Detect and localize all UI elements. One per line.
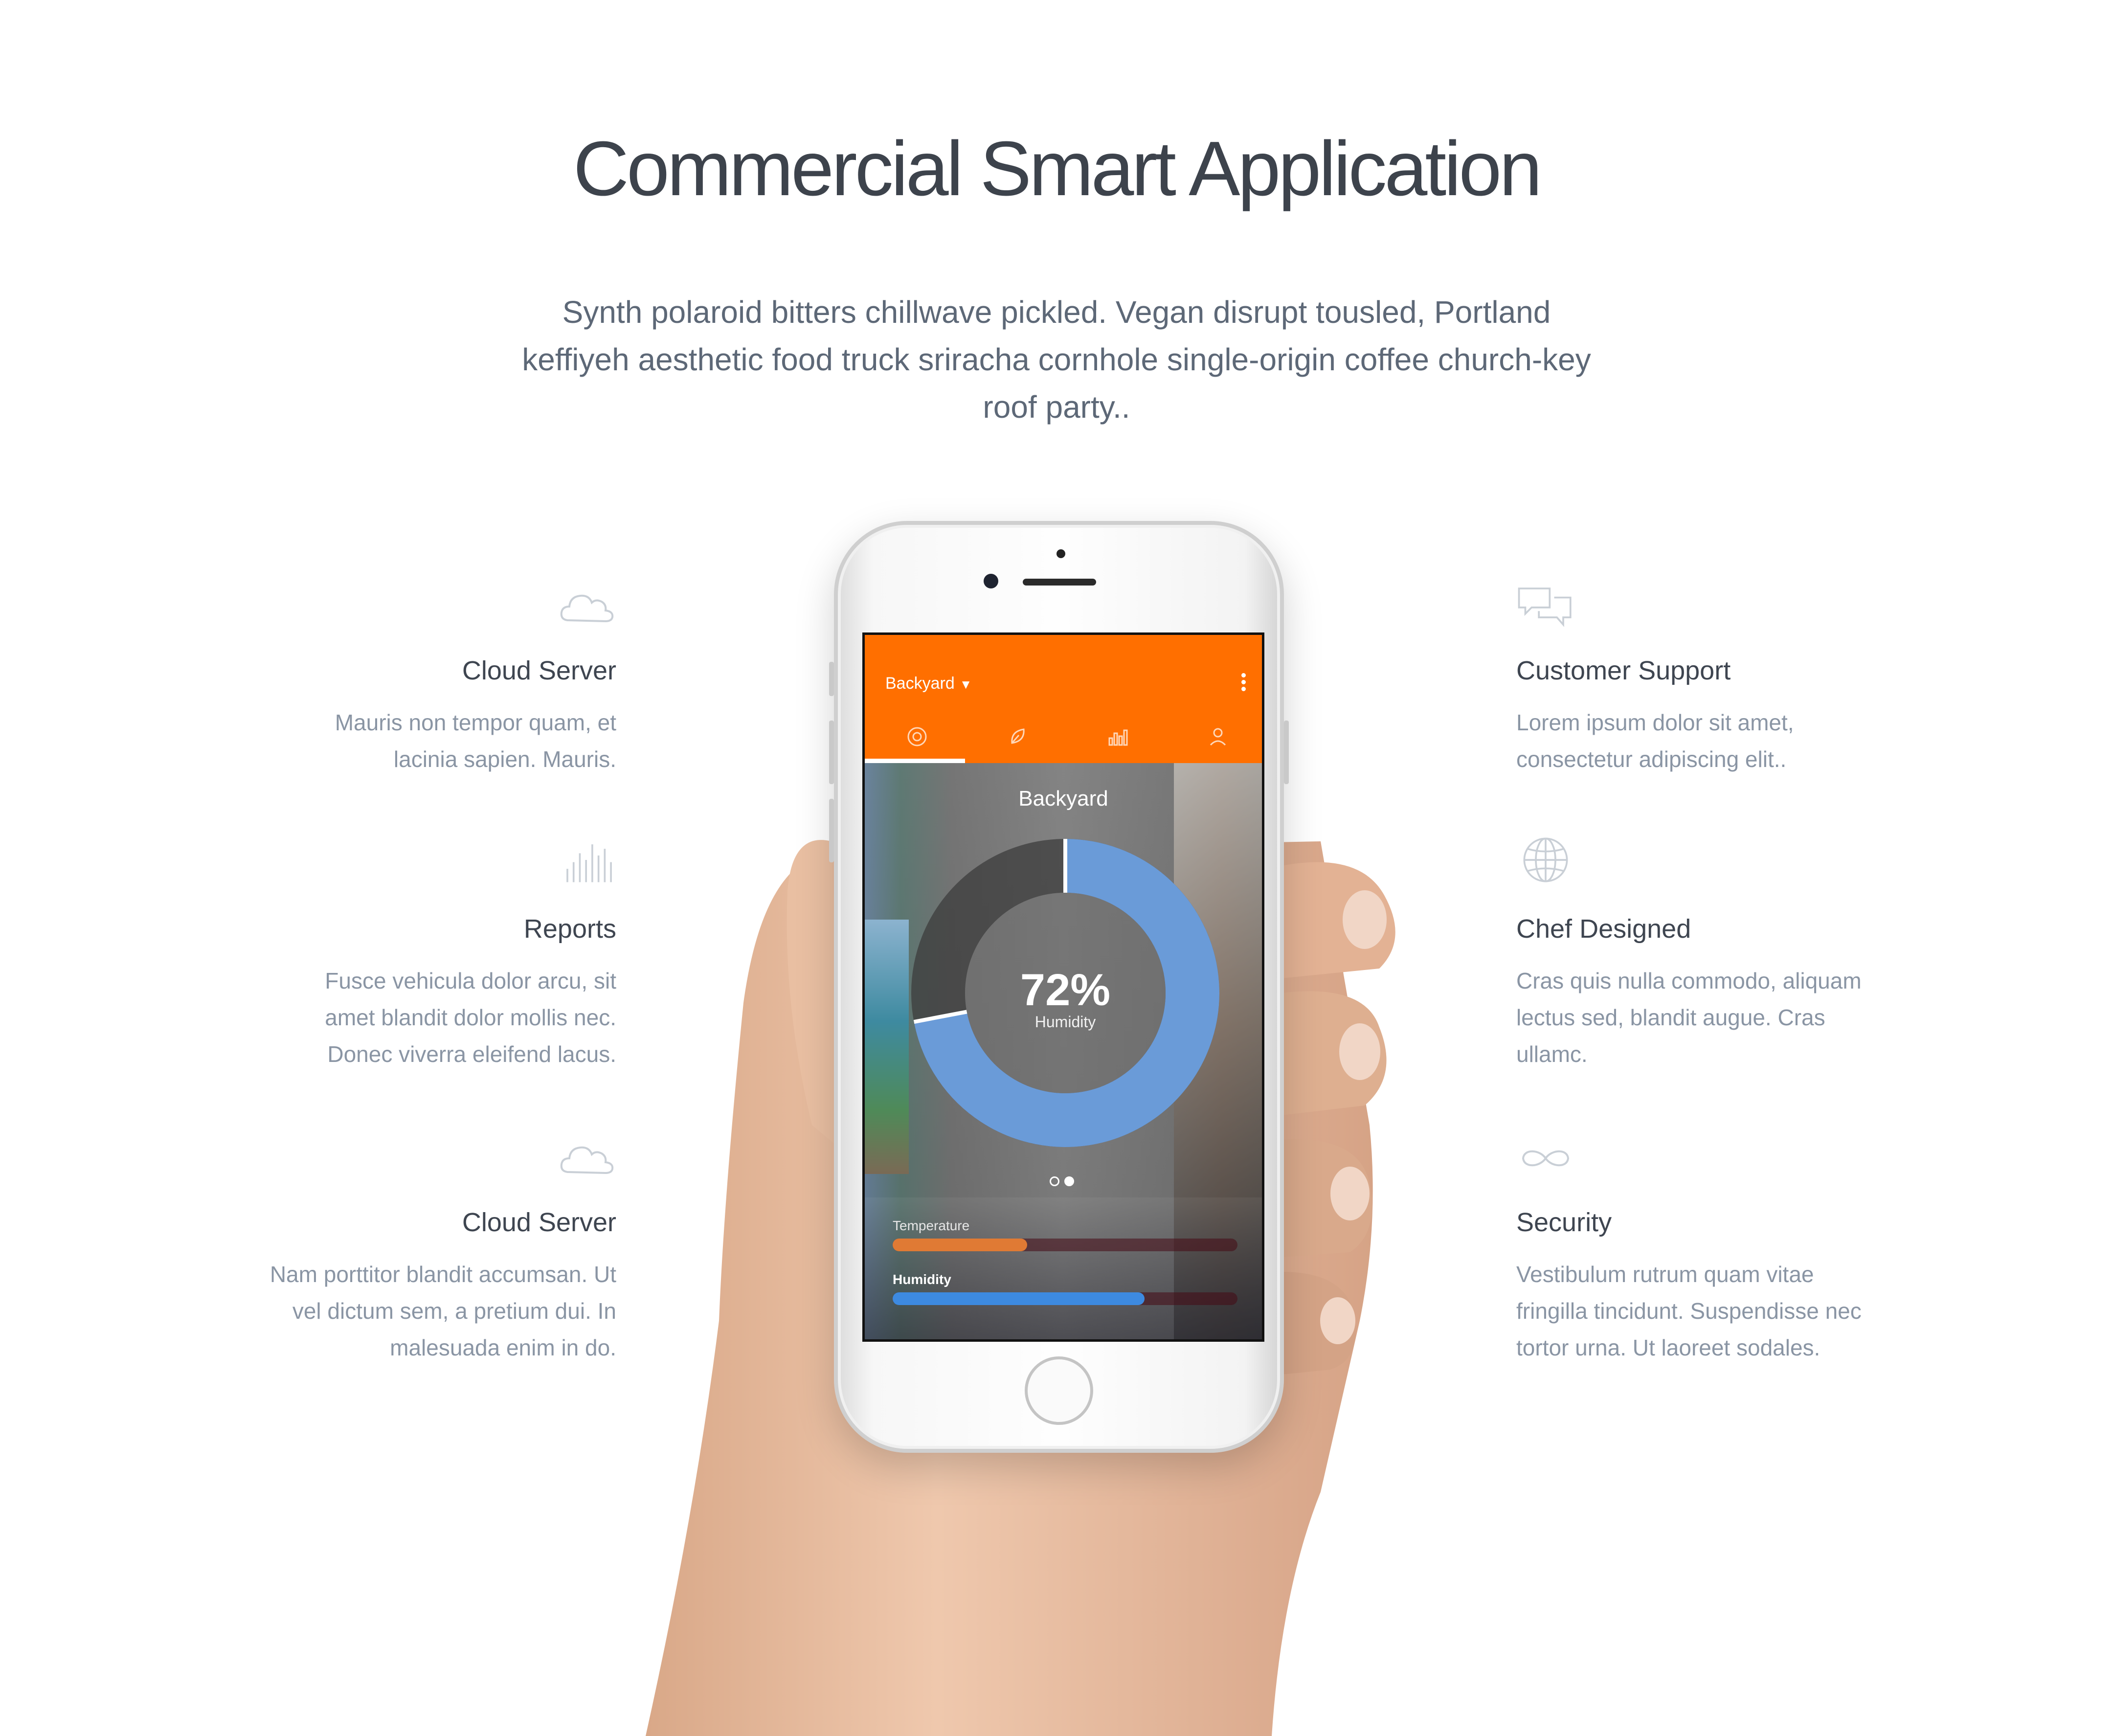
power-button	[1284, 721, 1289, 784]
caret-down-icon: ▼	[959, 677, 972, 692]
feature-description: Fusce vehicula dolor arcu, sit amet blan…	[325, 968, 616, 1067]
tab-bar	[865, 721, 1262, 763]
sensor-dot	[1056, 549, 1065, 558]
location-selector[interactable]: Backyard ▼	[885, 674, 972, 693]
cloud-icon	[560, 594, 614, 623]
humidity-bar	[893, 1292, 1237, 1305]
bar-chart-icon	[566, 844, 612, 882]
feature-description: Cras quis nulla commodo, aliquam lectus …	[1516, 968, 1862, 1067]
feature-description: Vestibulum rutrum quam vitae fringilla t…	[1516, 1262, 1862, 1360]
feature-title: Chef Designed	[1516, 914, 1691, 944]
chat-bubbles-icon	[1518, 587, 1572, 627]
cloud-icon	[560, 1146, 614, 1174]
tab-overview[interactable]	[865, 721, 965, 763]
chart-icon	[1108, 729, 1128, 746]
gauge-value: 72%	[1020, 965, 1110, 1015]
feature-description: Lorem ipsum dolor sit amet, consectetur …	[1516, 710, 1794, 772]
app-bar: Backyard ▼	[865, 635, 1262, 763]
page-title: Commercial Smart Application	[573, 126, 1542, 212]
front-camera	[984, 574, 998, 588]
page-intro: Synth polaroid bitters chillwave pickled…	[522, 294, 1591, 425]
phone-device: Backyard ▼ Backyard 72% Humidity Tempera…	[829, 521, 1289, 1453]
leaf-icon	[1011, 728, 1025, 744]
page-dot[interactable]	[1050, 1176, 1059, 1186]
feature-title: Security	[1516, 1208, 1612, 1237]
feature-title: Cloud Server	[462, 1208, 616, 1237]
mute-switch	[829, 662, 834, 696]
home-button[interactable]	[1025, 1356, 1093, 1425]
room-panel: Backyard 72% Humidity Temperature Humidi…	[865, 763, 1262, 1339]
earpiece-speaker	[1023, 579, 1096, 586]
gauge-label: Humidity	[1035, 1013, 1096, 1031]
feature-title: Cloud Server	[462, 656, 616, 685]
volume-down-button	[829, 799, 834, 862]
feature-description: Nam porttitor blandit accumsan. Ut vel d…	[270, 1262, 616, 1360]
more-options-icon[interactable]	[1241, 673, 1247, 693]
page-indicator[interactable]	[1050, 1176, 1079, 1189]
feature-description: Mauris non tempor quam, et lacinia sapie…	[335, 710, 616, 772]
feature-title: Customer Support	[1516, 656, 1731, 685]
humidity-label: Humidity	[893, 1272, 951, 1287]
temperature-bar-fill	[893, 1239, 1027, 1251]
user-icon	[1210, 728, 1226, 746]
volume-up-button	[829, 721, 834, 784]
humidity-bar-fill	[893, 1292, 1145, 1305]
room-title: Backyard	[1018, 787, 1108, 811]
app-screen: Backyard ▼ Backyard 72% Humidity Tempera…	[862, 632, 1264, 1342]
humidity-gauge: 72% Humidity	[911, 839, 1219, 1147]
globe-icon	[1523, 837, 1568, 882]
target-icon	[907, 727, 927, 746]
infinity-icon	[1522, 1150, 1570, 1167]
tab-profile[interactable]	[1166, 721, 1262, 763]
background-photo-sea	[865, 920, 909, 1174]
temperature-bar	[893, 1239, 1237, 1251]
tab-eco[interactable]	[965, 721, 1065, 763]
feature-title: Reports	[523, 914, 616, 944]
location-label: Backyard	[885, 674, 955, 693]
temperature-label: Temperature	[893, 1218, 970, 1233]
tab-stats[interactable]	[1065, 721, 1166, 763]
page-dot-active[interactable]	[1064, 1176, 1074, 1186]
